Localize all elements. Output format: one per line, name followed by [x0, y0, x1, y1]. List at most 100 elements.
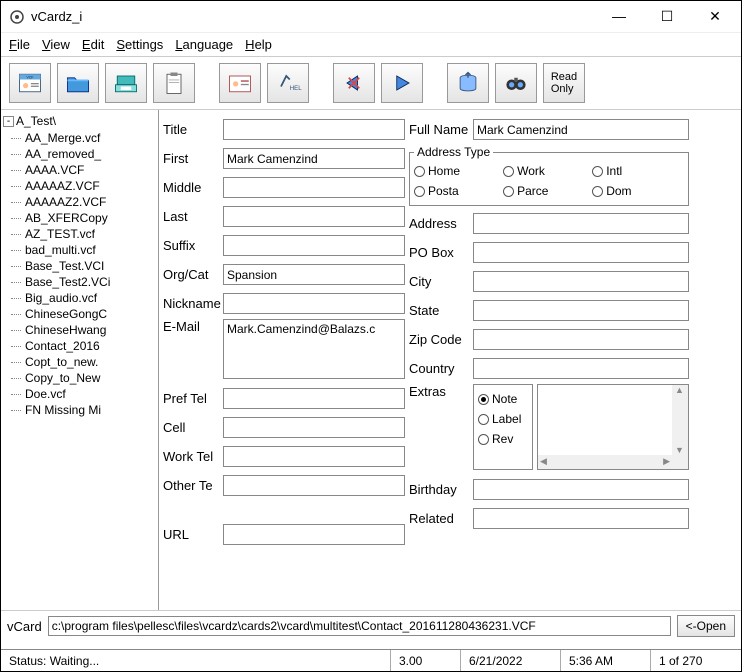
tree-item[interactable]: AAAA.VCF — [3, 162, 156, 178]
url-field[interactable] — [223, 524, 405, 545]
tree-item[interactable]: AAAAAZ.VCF — [3, 178, 156, 194]
label-worktel: Work Tel — [163, 449, 223, 464]
status-date: 6/21/2022 — [461, 650, 561, 671]
label-zip: Zip Code — [409, 332, 473, 347]
toolbar-back-icon[interactable] — [333, 63, 375, 103]
related-field[interactable] — [473, 508, 689, 529]
title-field[interactable] — [223, 119, 405, 140]
app-icon — [9, 9, 25, 25]
tree-item[interactable]: Contact_2016 — [3, 338, 156, 354]
label-url: URL — [163, 527, 223, 542]
worktel-field[interactable] — [223, 446, 405, 467]
file-tree[interactable]: -A_Test\ AA_Merge.vcfAA_removed_AAAA.VCF… — [1, 110, 159, 610]
tree-item[interactable]: FN Missing Mi — [3, 402, 156, 418]
radio-rev[interactable]: Rev — [478, 429, 528, 449]
birthday-field[interactable] — [473, 479, 689, 500]
menu-settings[interactable]: Settings — [116, 37, 163, 52]
radio-note[interactable]: Note — [478, 389, 528, 409]
tree-item[interactable]: Base_Test.VCI — [3, 258, 156, 274]
open-button[interactable]: <-Open — [677, 615, 735, 637]
label-address: Address — [409, 216, 473, 231]
label-first: First — [163, 151, 223, 166]
radio-postal[interactable]: Posta — [414, 181, 503, 201]
minimize-button[interactable]: — — [601, 8, 637, 25]
extras-textarea[interactable] — [537, 384, 689, 470]
state-field[interactable] — [473, 300, 689, 321]
menu-file[interactable]: File — [9, 37, 30, 52]
toolbar-readonly[interactable]: ReadOnly — [543, 63, 585, 103]
radio-intl[interactable]: Intl — [592, 161, 681, 181]
email-field[interactable]: Mark.Camenzind@Balazs.c — [223, 319, 405, 379]
toolbar-folder-icon[interactable] — [57, 63, 99, 103]
window-title: vCardz_i — [31, 9, 601, 24]
first-field[interactable] — [223, 148, 405, 169]
city-field[interactable] — [473, 271, 689, 292]
cell-field[interactable] — [223, 417, 405, 438]
label-extras: Extras — [409, 384, 473, 399]
nickname-field[interactable] — [223, 293, 405, 314]
tree-item[interactable]: AAAAAZ2.VCF — [3, 194, 156, 210]
menu-language[interactable]: Language — [175, 37, 233, 52]
tree-item[interactable]: ChineseHwang — [3, 322, 156, 338]
radio-label[interactable]: Label — [478, 409, 528, 429]
status-time: 5:36 AM — [561, 650, 651, 671]
radio-parcel[interactable]: Parce — [503, 181, 592, 201]
address-field[interactable] — [473, 213, 689, 234]
preftel-field[interactable] — [223, 388, 405, 409]
toolbar-help-icon[interactable]: HELP? — [267, 63, 309, 103]
tree-collapse-icon[interactable]: - — [3, 116, 14, 127]
country-field[interactable] — [473, 358, 689, 379]
menu-edit[interactable]: Edit — [82, 37, 104, 52]
radio-work[interactable]: Work — [503, 161, 592, 181]
radio-home[interactable]: Home — [414, 161, 503, 181]
tree-item[interactable]: Copt_to_new. — [3, 354, 156, 370]
tree-item[interactable]: Big_audio.vcf — [3, 290, 156, 306]
zip-field[interactable] — [473, 329, 689, 350]
tree-item[interactable]: ChineseGongC — [3, 306, 156, 322]
menu-help[interactable]: Help — [245, 37, 272, 52]
label-othertel: Other Te — [163, 478, 223, 493]
tree-item[interactable]: Base_Test2.VCi — [3, 274, 156, 290]
tree-item[interactable]: AA_removed_ — [3, 146, 156, 162]
label-suffix: Suffix — [163, 238, 223, 253]
radio-dom[interactable]: Dom — [592, 181, 681, 201]
tree-item[interactable]: AB_XFERCopy — [3, 210, 156, 226]
tree-item[interactable]: Copy_to_New — [3, 370, 156, 386]
label-nickname: Nickname — [163, 296, 223, 311]
toolbar-database-icon[interactable] — [447, 63, 489, 103]
middle-field[interactable] — [223, 177, 405, 198]
pobox-field[interactable] — [473, 242, 689, 263]
tree-item[interactable]: Doe.vcf — [3, 386, 156, 402]
tree-item[interactable]: bad_multi.vcf — [3, 242, 156, 258]
toolbar-typewriter-icon[interactable] — [105, 63, 147, 103]
toolbar-vcf-icon[interactable]: VCF — [9, 63, 51, 103]
tree-item[interactable]: AZ_TEST.vcf — [3, 226, 156, 242]
toolbar-clipboard-icon[interactable] — [153, 63, 195, 103]
menu-view[interactable]: View — [42, 37, 70, 52]
address-type-group: Address Type Home Work Intl Posta Parce … — [409, 145, 689, 206]
label-preftel: Pref Tel — [163, 391, 223, 406]
label-pobox: PO Box — [409, 245, 473, 260]
label-addresstype: Address Type — [414, 145, 493, 159]
fullname-field[interactable] — [473, 119, 689, 140]
scrollbar-vertical[interactable] — [672, 385, 688, 469]
maximize-button[interactable]: ☐ — [649, 8, 685, 25]
tree-root-label[interactable]: A_Test\ — [16, 114, 56, 128]
tree-item[interactable]: AA_Merge.vcf — [3, 130, 156, 146]
label-title: Title — [163, 122, 223, 137]
scrollbar-horizontal[interactable] — [538, 455, 672, 469]
label-fullname: Full Name — [409, 122, 473, 137]
toolbar-binoculars-icon[interactable] — [495, 63, 537, 103]
last-field[interactable] — [223, 206, 405, 227]
toolbar-card-icon[interactable] — [219, 63, 261, 103]
status-count: 1 of 270 — [651, 650, 741, 671]
suffix-field[interactable] — [223, 235, 405, 256]
othertel-field[interactable] — [223, 475, 405, 496]
vcard-path-field[interactable]: c:\program files\pellesc\files\vcardz\ca… — [48, 616, 671, 636]
svg-text:HELP?: HELP? — [290, 85, 302, 92]
close-button[interactable]: ✕ — [697, 8, 733, 25]
toolbar-forward-icon[interactable] — [381, 63, 423, 103]
orgcat-field[interactable] — [223, 264, 405, 285]
label-cell: Cell — [163, 420, 223, 435]
status-version: 3.00 — [391, 650, 461, 671]
